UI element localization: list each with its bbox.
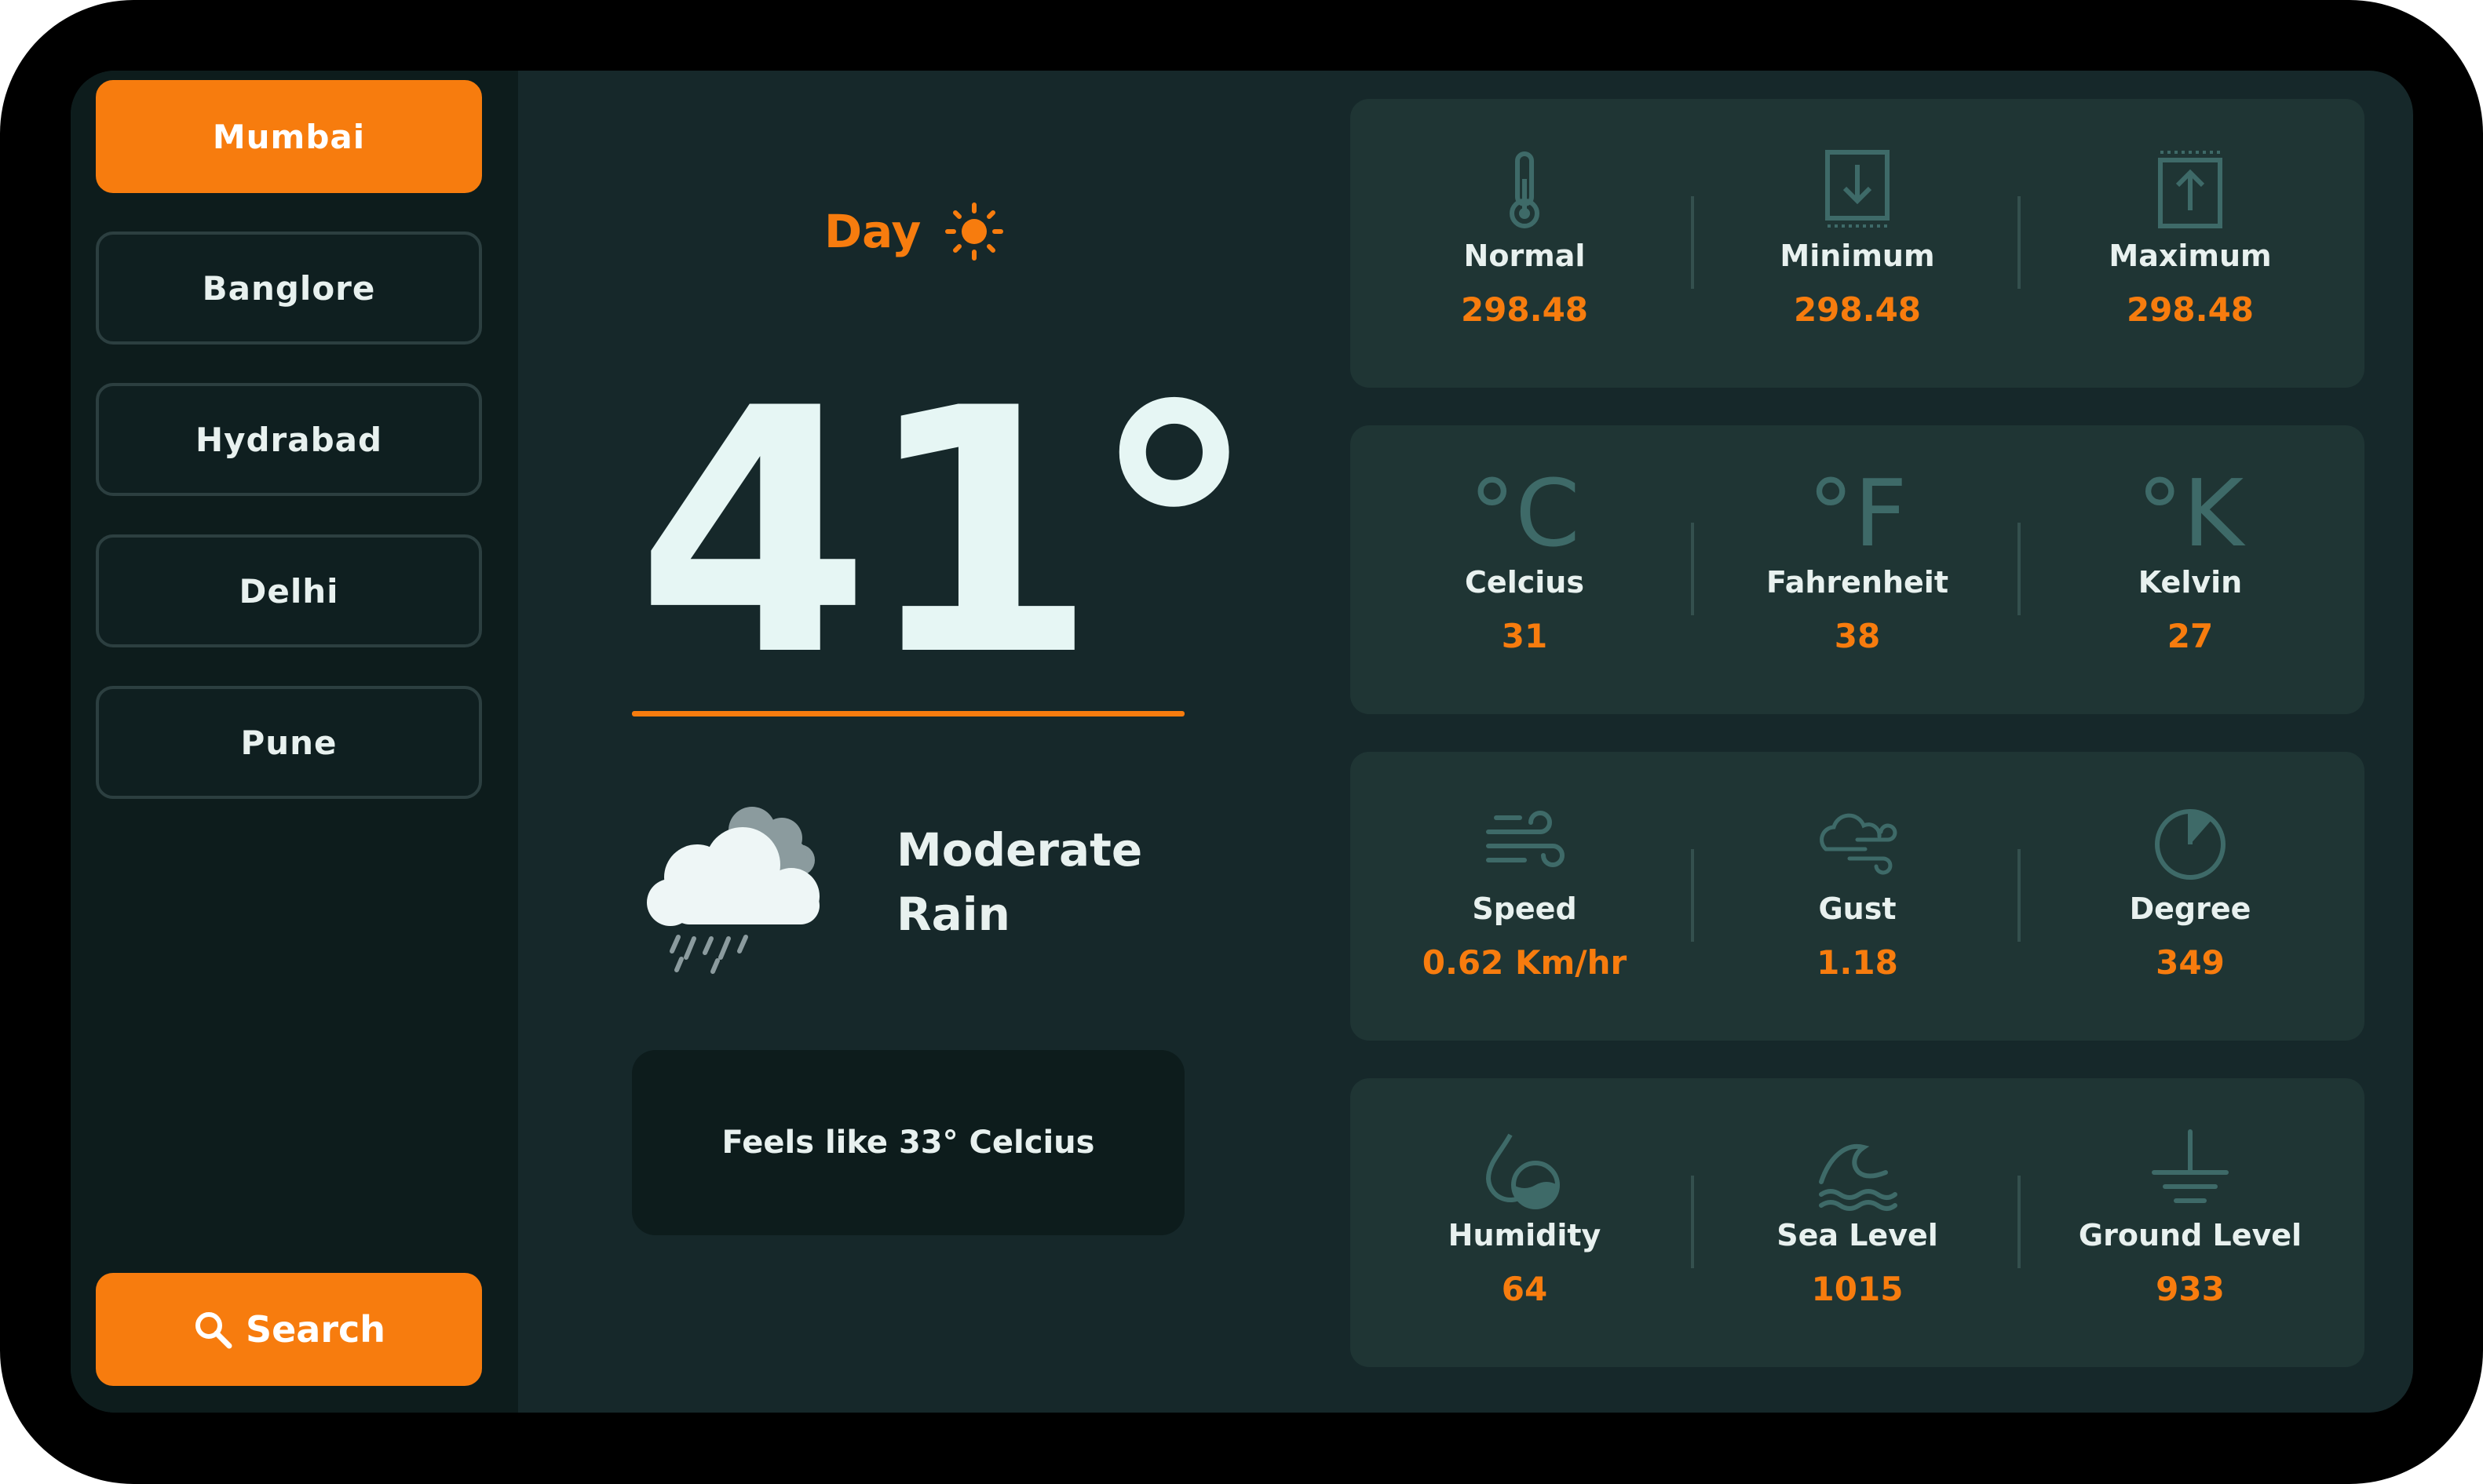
city-button-pune[interactable]: Pune (96, 686, 482, 799)
degree-stat: Degree 349 (2027, 752, 2353, 1041)
levels-card: Humidity 64 Sea Level 1015 Ground Level … (1350, 1078, 2364, 1367)
stat-value: 349 (2156, 943, 2225, 982)
upload-arrow-icon (2158, 151, 2222, 228)
sun-icon (945, 202, 1004, 261)
ground-icon (2152, 1129, 2229, 1203)
cloud-wind-icon (1820, 813, 1897, 875)
condition-line-1: Moderate (896, 823, 1143, 877)
stat-value: 1015 (1811, 1270, 1904, 1308)
minimum-stat: Minimum 298.48 (1694, 99, 2021, 388)
stat-value: 298.48 (1793, 290, 1922, 329)
stat-label: Humidity (1448, 1218, 1601, 1252)
stat-label: Fahrenheit (1765, 565, 1948, 600)
stat-label: Celcius (1465, 565, 1584, 600)
sea-level-stat: Sea Level 1015 (1694, 1078, 2021, 1367)
search-button[interactable]: Search (96, 1273, 482, 1386)
stat-value: 0.62 Km/hr (1422, 943, 1627, 982)
stat-value: 27 (2167, 617, 2214, 655)
fahrenheit-stat: °F Fahrenheit 38 (1694, 425, 2021, 714)
stat-label: Maximum (2109, 239, 2272, 273)
search-label: Search (245, 1308, 386, 1351)
celsius-icon: °C (1469, 459, 1580, 567)
units-card: °C Celcius 31 °F Fahrenheit 38 °K Kelvin… (1350, 425, 2364, 714)
stat-label: Ground Level (2078, 1218, 2302, 1252)
device-frame: Mumbai Banglore Hydrabad Delhi Pune Sear… (0, 0, 2483, 1484)
kelvin-icon: °K (2136, 459, 2244, 567)
humidity-stat: Humidity 64 (1361, 1078, 1688, 1367)
stat-value: 38 (1834, 617, 1881, 655)
divider (632, 711, 1185, 716)
city-label: Delhi (239, 571, 339, 611)
city-button-mumbai[interactable]: Mumbai (96, 80, 482, 193)
sidebar: Mumbai Banglore Hydrabad Delhi Pune Sear… (71, 71, 518, 1413)
weather-app-screen: Mumbai Banglore Hydrabad Delhi Pune Sear… (71, 71, 2413, 1413)
period-label: Day (824, 205, 922, 258)
rain-cloud-icon (647, 807, 820, 974)
stat-value: 31 (1501, 617, 1548, 655)
current-temperature: 41° (636, 337, 1258, 730)
stat-value: 64 (1501, 1270, 1548, 1308)
separator (2017, 849, 2021, 942)
city-label: Pune (240, 723, 338, 762)
city-button-banglore[interactable]: Banglore (96, 232, 482, 345)
separator (2017, 196, 2021, 289)
stat-label: Speed (1472, 891, 1577, 926)
condition-line-2: Rain (896, 888, 1010, 941)
celsius-stat: °C Celcius 31 (1361, 425, 1688, 714)
stat-label: Normal (1463, 239, 1586, 273)
maximum-stat: Maximum 298.48 (2027, 99, 2353, 388)
gust-stat: Gust 1.18 (1694, 752, 2021, 1041)
temperature-card: Normal 298.48 Minimum 298.48 Maximum 298… (1350, 99, 2364, 388)
kelvin-stat: °K Kelvin 27 (2027, 425, 2353, 714)
weather-condition: Moderate Rain (896, 818, 1210, 946)
feels-like-panel: Feels like 33° Celcius (632, 1050, 1185, 1235)
stat-label: Gust (1818, 891, 1897, 926)
city-label: Mumbai (212, 117, 366, 156)
stat-value: 298.48 (1460, 290, 1589, 329)
wind-icon (1486, 811, 1565, 867)
city-label: Hydrabad (195, 420, 383, 459)
thermometer-icon (1510, 151, 1539, 228)
stat-label: Sea Level (1776, 1218, 1938, 1252)
feels-like-text: Feels like 33° Celcius (721, 1125, 1095, 1161)
city-button-delhi[interactable]: Delhi (96, 534, 482, 647)
gauge-icon (2155, 809, 2226, 880)
fahrenheit-icon: °F (1807, 459, 1908, 567)
city-button-hydrabad[interactable]: Hydrabad (96, 383, 482, 496)
download-arrow-icon (1825, 150, 1890, 228)
separator (2017, 1176, 2021, 1268)
speed-stat: Speed 0.62 Km/hr (1361, 752, 1688, 1041)
stat-value: 298.48 (2126, 290, 2255, 329)
wind-card: Speed 0.62 Km/hr Gust 1.18 Degree 349 (1350, 752, 2364, 1041)
search-icon (195, 1312, 232, 1349)
city-label: Banglore (202, 268, 376, 308)
period-indicator: Day (824, 196, 1006, 267)
stat-label: Minimum (1780, 239, 1935, 273)
normal-stat: Normal 298.48 (1361, 99, 1688, 388)
stat-value: 933 (2156, 1270, 2225, 1308)
humidity-icon (1485, 1133, 1560, 1209)
wave-icon (1819, 1143, 1897, 1211)
ground-level-stat: Ground Level 933 (2027, 1078, 2353, 1367)
stat-label: Kelvin (2138, 565, 2243, 600)
stat-label: Degree (2129, 891, 2251, 926)
stat-value: 1.18 (1817, 943, 1898, 982)
separator (2017, 523, 2021, 615)
